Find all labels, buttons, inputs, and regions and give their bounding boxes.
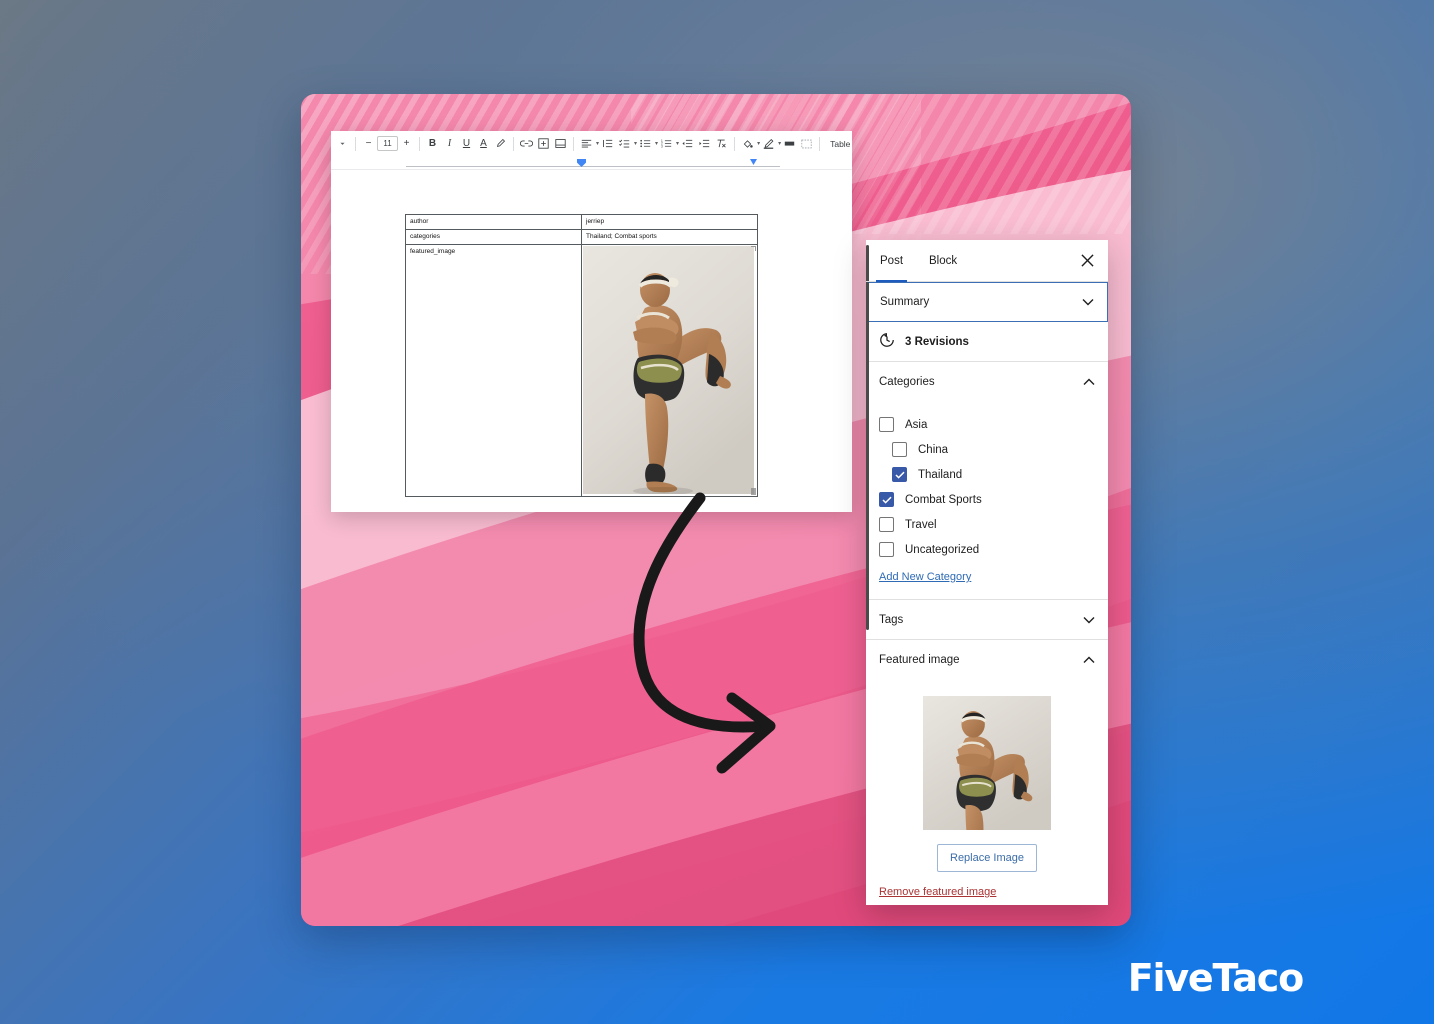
revisions-clock-icon <box>879 332 895 351</box>
checklist-icon[interactable] <box>616 134 633 154</box>
category-item-combat-sports[interactable]: Combat Sports <box>879 487 1095 512</box>
bulleted-list-icon[interactable] <box>637 134 654 154</box>
section-categories-header[interactable]: Categories <box>866 362 1108 402</box>
toolbar-divider <box>513 136 514 151</box>
close-icon[interactable] <box>1076 250 1098 272</box>
table-row[interactable]: author jerriep <box>405 213 758 231</box>
chevron-down-icon[interactable] <box>1083 616 1095 624</box>
insert-comment-icon[interactable] <box>552 134 569 154</box>
category-item-uncategorized[interactable]: Uncategorized <box>879 537 1095 562</box>
image-resize-handle[interactable] <box>751 488 756 496</box>
category-label: Travel <box>905 518 937 531</box>
fighter-illustration <box>583 246 754 495</box>
line-spacing-icon[interactable] <box>599 134 616 154</box>
style-dropdown-caret-icon[interactable] <box>334 134 351 154</box>
featured-image-body: Replace Image Remove featured image <box>866 680 1108 905</box>
table-cell-value[interactable]: Thailand; Combat sports <box>581 229 758 246</box>
section-categories-label: Categories <box>879 376 935 388</box>
toolbar-divider <box>355 136 356 151</box>
image-resize-handle-top-right[interactable] <box>751 246 756 252</box>
checkbox-thailand[interactable] <box>892 467 907 482</box>
table-cell-key[interactable]: author <box>405 213 582 231</box>
categories-list: Asia China Thailand Combat Sports Travel… <box>866 402 1108 600</box>
featured-image-thumbnail[interactable] <box>923 696 1051 830</box>
pen-highlight-icon[interactable] <box>492 134 509 154</box>
section-summary-label: Summary <box>880 296 930 308</box>
table-cell-image[interactable] <box>581 244 758 498</box>
decrease-font-size-button[interactable]: − <box>360 134 377 154</box>
section-featured-image-header[interactable]: Featured image <box>866 640 1108 680</box>
checkbox-uncategorized[interactable] <box>879 542 894 557</box>
toolbar-divider <box>734 136 736 151</box>
category-item-asia[interactable]: Asia <box>879 412 1095 437</box>
insert-image-icon[interactable] <box>535 134 552 154</box>
toolbar-divider <box>573 136 574 151</box>
wordpress-post-settings-panel: Post Block Summary 3 Revisions Categorie… <box>866 240 1108 905</box>
table-cell-key[interactable]: featured_image <box>405 244 582 498</box>
checkbox-combat-sports[interactable] <box>879 492 894 507</box>
border-color-icon[interactable] <box>760 134 777 154</box>
italic-button[interactable]: I <box>441 134 458 154</box>
tab-block[interactable]: Block <box>929 240 957 282</box>
font-size-input[interactable]: 11 <box>377 136 398 151</box>
panel-tab-bar: Post Block <box>866 240 1108 282</box>
muay-thai-fighter-thumbnail <box>923 696 1051 830</box>
border-width-icon[interactable] <box>781 134 798 154</box>
svg-text:3: 3 <box>661 144 663 148</box>
document-editor-window: − 11 + B I U A ▾ ▾ ▾ 1 2 3 ▾ ▾ ▾ Table a… <box>331 131 852 512</box>
ruler-right-indent-marker[interactable] <box>750 159 757 165</box>
category-label: China <box>918 443 949 456</box>
decrease-indent-icon[interactable] <box>679 134 696 154</box>
section-tags-label: Tags <box>879 613 904 626</box>
revisions-row[interactable]: 3 Revisions <box>866 322 1108 362</box>
category-label: Asia <box>905 418 928 431</box>
checkbox-asia[interactable] <box>879 417 894 432</box>
muay-thai-fighter-photo[interactable] <box>583 246 754 495</box>
toolbar-divider <box>819 136 821 151</box>
table-row[interactable]: featured_image <box>405 244 758 498</box>
increase-font-size-button[interactable]: + <box>398 134 415 154</box>
tab-post[interactable]: Post <box>875 240 908 282</box>
replace-image-button[interactable]: Replace Image <box>937 844 1037 872</box>
bold-button[interactable]: B <box>424 134 441 154</box>
table-cell-key[interactable]: categories <box>405 229 582 246</box>
table-row[interactable]: categories Thailand; Combat sports <box>405 229 758 246</box>
align-left-icon[interactable] <box>578 134 595 154</box>
table-cell-value[interactable]: jerriep <box>581 213 758 231</box>
section-featured-image-label: Featured image <box>879 654 960 666</box>
numbered-list-icon[interactable]: 123 <box>658 134 675 154</box>
category-item-travel[interactable]: Travel <box>879 512 1095 537</box>
checkbox-travel[interactable] <box>879 517 894 532</box>
fivetaco-logo: FiveTaco <box>1127 956 1304 1000</box>
increase-indent-icon[interactable] <box>696 134 713 154</box>
category-label: Thailand <box>918 468 963 481</box>
table-options-button[interactable]: Table options <box>824 135 852 153</box>
document-ruler[interactable] <box>331 157 852 170</box>
revisions-label: 3 Revisions <box>905 335 969 348</box>
checkbox-china[interactable] <box>892 442 907 457</box>
document-toolbar: − 11 + B I U A ▾ ▾ ▾ 1 2 3 ▾ ▾ ▾ Table <box>331 131 852 157</box>
add-new-category-link[interactable]: Add New Category <box>879 571 971 583</box>
toolbar-divider <box>419 136 420 151</box>
category-item-china[interactable]: China <box>879 437 1095 462</box>
ruler-line <box>406 166 780 167</box>
chevron-up-icon[interactable] <box>1083 378 1095 386</box>
border-dash-icon[interactable] <box>798 134 815 154</box>
document-page[interactable]: author jerriep categories Thailand; Comb… <box>331 170 852 512</box>
clear-formatting-icon[interactable] <box>713 134 730 154</box>
metadata-table[interactable]: author jerriep categories Thailand; Comb… <box>405 213 758 498</box>
section-tags[interactable]: Tags <box>866 600 1108 640</box>
link-icon[interactable] <box>518 134 535 154</box>
underline-button[interactable]: U <box>458 134 475 154</box>
chevron-down-icon[interactable] <box>1082 298 1094 306</box>
category-label: Uncategorized <box>905 543 980 556</box>
section-summary[interactable]: Summary <box>866 282 1108 322</box>
chevron-up-icon[interactable] <box>1083 656 1095 664</box>
panel-scrollbar[interactable] <box>866 245 869 630</box>
category-item-thailand[interactable]: Thailand <box>879 462 1095 487</box>
category-label: Combat Sports <box>905 493 982 506</box>
text-color-button[interactable]: A <box>475 134 492 154</box>
remove-featured-image-link[interactable]: Remove featured image <box>879 886 1095 898</box>
paint-bucket-icon[interactable] <box>739 134 756 154</box>
